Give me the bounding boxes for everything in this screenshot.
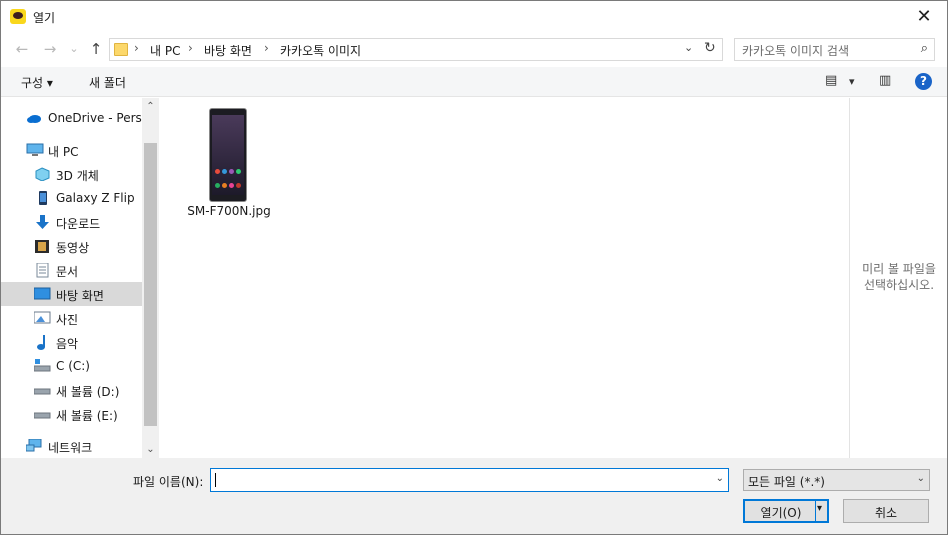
sidebar-item-3d-objects[interactable]: 3D 개체: [1, 162, 142, 186]
pc-icon: [26, 143, 44, 157]
sidebar-item-network[interactable]: 네트워크: [1, 434, 142, 458]
picture-icon: [33, 311, 51, 325]
download-icon: [35, 215, 50, 229]
desktop-icon: [33, 287, 51, 301]
file-name: SM-F700N.jpg: [187, 204, 271, 218]
sidebar-item-my-pc[interactable]: 내 PC: [1, 138, 142, 162]
organize-button[interactable]: 구성 ▾: [21, 74, 53, 91]
search-box[interactable]: 카카오톡 이미지 검색 ⌕: [734, 38, 935, 61]
file-item[interactable]: SM-F700N.jpg: [181, 106, 277, 221]
up-folder-button[interactable]: ↑: [85, 38, 107, 60]
search-icon[interactable]: ⌕: [921, 41, 928, 56]
preview-message: 미리 볼 파일을 선택하십시오.: [850, 261, 947, 293]
filename-label: 파일 이름(N):: [133, 475, 204, 489]
dialog-footer: 파일 이름(N): ⌄ 모든 파일 (*.*) ⌄ 열기(O) ▾ 취소: [1, 458, 947, 534]
sidebar-item-label: Galaxy Z Flip: [56, 191, 135, 205]
open-button[interactable]: 열기(O) ▾: [743, 499, 829, 523]
sidebar-item-documents[interactable]: 문서: [1, 258, 142, 282]
text-caret: [215, 473, 216, 487]
folder-icon: [114, 43, 128, 56]
forward-button[interactable]: →: [39, 38, 61, 60]
command-toolbar: 구성 ▾ 새 폴더 ▤ ▾ ▥ ?: [1, 67, 947, 97]
sidebar-item-c-drive[interactable]: C (C:): [1, 354, 142, 378]
sidebar-item-downloads[interactable]: 다운로드: [1, 210, 142, 234]
sidebar-item-label: 문서: [56, 265, 79, 279]
sidebar-item-onedrive[interactable]: OneDrive - Personal: [1, 106, 159, 130]
open-button-label: 열기(O): [760, 506, 802, 520]
address-dropdown-icon[interactable]: ⌄: [684, 41, 693, 54]
preview-line-2: 선택하십시오.: [863, 278, 935, 292]
sidebar-item-label: 네트워크: [48, 441, 93, 455]
navigation-bar: ← → ⌄ ↑ › 내 PC › 바탕 화면 › 카카오톡 이미지 ⌄ ↻ 카카…: [1, 34, 947, 64]
network-icon: [25, 438, 42, 453]
document-icon: [36, 262, 51, 278]
breadcrumb-separator: ›: [188, 41, 193, 55]
refresh-icon[interactable]: ↻: [704, 40, 716, 56]
recent-locations-button[interactable]: ⌄: [63, 38, 85, 60]
search-input[interactable]: 카카오톡 이미지 검색: [742, 42, 849, 59]
scroll-down-icon[interactable]: ⌄: [142, 441, 159, 458]
sidebar-item-label: 음악: [56, 337, 79, 351]
drive-icon: [33, 359, 51, 373]
sidebar-item-label: 3D 개체: [56, 169, 99, 183]
drive-icon: [33, 383, 51, 397]
back-button[interactable]: ←: [11, 38, 33, 60]
scroll-up-icon[interactable]: ⌃: [142, 98, 159, 115]
new-folder-button[interactable]: 새 폴더: [89, 74, 126, 91]
sidebar-item-label: C (C:): [56, 359, 90, 373]
filename-field[interactable]: ⌄: [210, 468, 729, 492]
sidebar-item-label: 동영상: [56, 241, 90, 255]
sidebar-scrollbar[interactable]: ⌃ ⌄: [142, 98, 159, 458]
cloud-icon: [26, 111, 41, 125]
preview-pane-icon[interactable]: ▥: [879, 73, 891, 88]
cancel-button-label: 취소: [874, 506, 898, 520]
preview-line-1: 미리 볼 파일을: [862, 262, 936, 276]
breadcrumb-desktop[interactable]: 바탕 화면: [204, 42, 252, 59]
file-list-pane: SM-F700N.jpg: [159, 98, 849, 458]
split-divider: [815, 501, 816, 521]
breadcrumb-my-pc[interactable]: 내 PC: [150, 42, 180, 59]
cube-icon: [35, 167, 50, 182]
drive-icon: [33, 407, 51, 421]
video-icon: [35, 239, 50, 253]
breadcrumb-separator: ›: [134, 41, 139, 55]
sidebar-item-pictures[interactable]: 사진: [1, 306, 142, 330]
sidebar-item-d-drive[interactable]: 새 볼륨 (D:): [1, 378, 142, 402]
kakaotalk-app-icon: [10, 9, 26, 24]
help-icon[interactable]: ?: [915, 73, 932, 90]
sidebar-item-e-drive[interactable]: 새 볼륨 (E:): [1, 402, 142, 426]
sidebar-item-label: 바탕 화면: [56, 289, 104, 303]
preview-pane: 미리 볼 파일을 선택하십시오.: [849, 98, 947, 458]
close-button[interactable]: ✕: [901, 1, 947, 32]
filetype-dropdown-icon[interactable]: ⌄: [917, 473, 925, 484]
title-bar: 열기 ✕: [1, 1, 947, 32]
open-options-icon[interactable]: ▾: [817, 503, 822, 514]
breadcrumb-kakaotalk-images[interactable]: 카카오톡 이미지: [280, 42, 361, 59]
open-file-dialog: 열기 ✕ ← → ⌄ ↑ › 내 PC › 바탕 화면 › 카카오톡 이미지 ⌄…: [0, 0, 948, 535]
sidebar-item-music[interactable]: 음악: [1, 330, 142, 354]
sidebar-item-desktop[interactable]: 바탕 화면: [1, 282, 142, 306]
sidebar-item-label: 내 PC: [48, 145, 79, 159]
sidebar-item-videos[interactable]: 동영상: [1, 234, 142, 258]
filetype-select[interactable]: 모든 파일 (*.*) ⌄: [743, 469, 930, 491]
view-options-icon[interactable]: ▤: [825, 73, 837, 88]
view-dropdown-icon[interactable]: ▾: [849, 75, 855, 88]
sidebar-item-galaxy-z-flip[interactable]: Galaxy Z Flip: [1, 186, 142, 210]
address-bar[interactable]: › 내 PC › 바탕 화면 › 카카오톡 이미지 ⌄ ↻: [109, 38, 723, 61]
filetype-value: 모든 파일 (*.*): [748, 475, 825, 489]
phone-icon: [38, 191, 53, 205]
window-title: 열기: [33, 11, 56, 25]
navigation-pane: OneDrive - Personal 내 PC 3D 개체 Galaxy Z …: [1, 98, 159, 458]
image-thumbnail-icon: [209, 108, 247, 202]
breadcrumb-separator: ›: [264, 41, 269, 55]
scroll-thumb[interactable]: [144, 143, 157, 426]
cancel-button[interactable]: 취소: [843, 499, 929, 523]
sidebar-item-label: 사진: [56, 313, 79, 327]
filename-dropdown-icon[interactable]: ⌄: [716, 473, 724, 484]
sidebar-item-label: 새 볼륨 (D:): [56, 385, 120, 399]
music-icon: [36, 335, 51, 350]
sidebar-item-label: 다운로드: [56, 217, 101, 231]
sidebar-item-label: 새 볼륨 (E:): [56, 409, 118, 423]
